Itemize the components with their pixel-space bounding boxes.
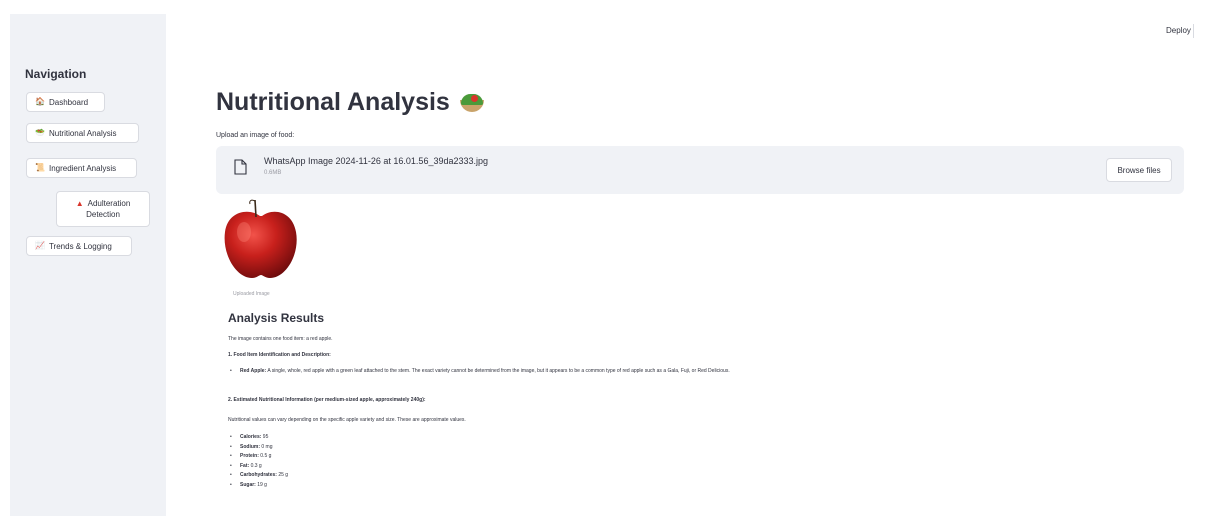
nav-label: Trends & Logging: [48, 241, 112, 251]
page-title: Nutritional Analysis: [216, 88, 486, 117]
file-icon: [234, 159, 247, 180]
house-icon: 🏠: [35, 97, 45, 106]
uploaded-image: [222, 198, 300, 282]
nutrient-item: Calories: 95: [228, 433, 288, 443]
nutrient-item: Fat: 0.3 g: [228, 462, 288, 472]
browse-files-button[interactable]: Browse files: [1106, 158, 1172, 182]
bowl-icon: 🥗: [35, 128, 45, 137]
nav-nutritional-analysis-button[interactable]: 🥗 Nutritional Analysis: [26, 123, 139, 143]
list-item: Red Apple: A single, whole, red apple wi…: [228, 367, 888, 377]
nav-label: Ingredient Analysis: [48, 163, 117, 173]
nav-label: Dashboard: [48, 97, 89, 107]
image-caption: Uploaded Image: [233, 291, 270, 297]
warning-icon: ▲: [75, 198, 84, 208]
nav-label-line1: Adulteration: [87, 199, 131, 208]
upload-label: Upload an image of food:: [216, 132, 295, 139]
nutrient-list: Calories: 95 Sodium: 0 mg Protein: 0.5 g…: [228, 433, 288, 490]
results-heading: Analysis Results: [228, 311, 325, 325]
section2-title: 2. Estimated Nutritional Information (pe…: [228, 397, 426, 403]
nav-label-line2: Detection: [86, 210, 120, 219]
header-divider: [1193, 24, 1194, 38]
section1-list: Red Apple: A single, whole, red apple wi…: [228, 367, 888, 377]
results-intro: The image contains one food item: a red …: [228, 336, 333, 342]
nutrient-item: Sodium: 0 mg: [228, 443, 288, 453]
nutrient-item: Sugar: 19 g: [228, 481, 288, 491]
nav-label: Nutritional Analysis: [48, 128, 117, 138]
nav-adulteration-detection-button[interactable]: ▲ Adulteration Detection: [56, 191, 150, 227]
scroll-icon: 📜: [35, 163, 45, 172]
nav-ingredient-analysis-button[interactable]: 📜 Ingredient Analysis: [26, 158, 137, 178]
file-uploader: WhatsApp Image 2024-11-26 at 16.01.56_39…: [216, 146, 1184, 194]
sidebar: Navigation 🏠 Dashboard 🥗 Nutritional Ana…: [10, 14, 166, 516]
chart-icon: 📈: [35, 241, 45, 250]
nav-heading: Navigation: [25, 67, 87, 81]
page-title-text: Nutritional Analysis: [216, 88, 450, 116]
deploy-button[interactable]: Deploy: [1160, 24, 1197, 37]
nav-trends-logging-button[interactable]: 📈 Trends & Logging: [26, 236, 132, 256]
salad-bowl-icon: [458, 92, 486, 114]
nutrient-item: Carbohydrates: 25 g: [228, 471, 288, 481]
section2-note: Nutritional values can vary depending on…: [228, 417, 466, 423]
nav-dashboard-button[interactable]: 🏠 Dashboard: [26, 92, 105, 112]
nutrient-item: Protein: 0.5 g: [228, 452, 288, 462]
apple-image: [224, 199, 297, 278]
uploaded-file-name: WhatsApp Image 2024-11-26 at 16.01.56_39…: [264, 156, 489, 166]
section1-title: 1. Food Item Identification and Descript…: [228, 352, 331, 358]
uploaded-file-size: 0.6MB: [264, 170, 282, 176]
